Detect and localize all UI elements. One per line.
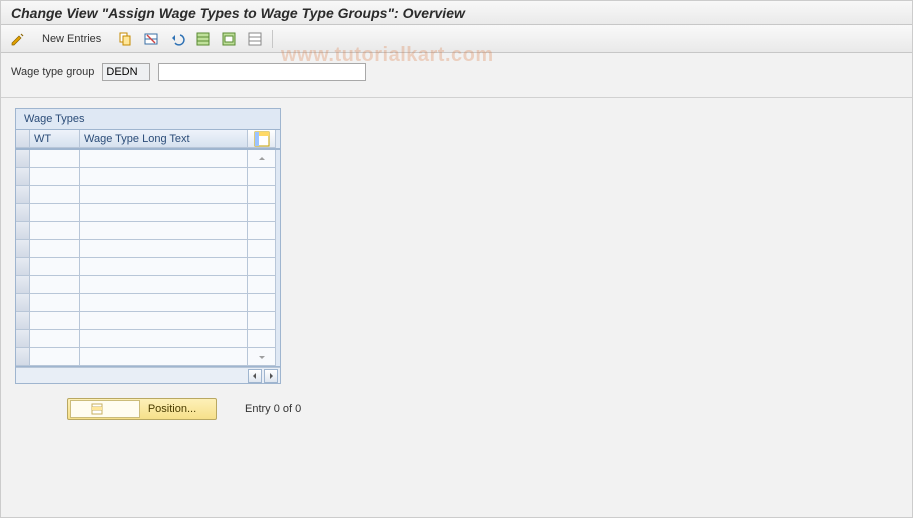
page-title: Change View "Assign Wage Types to Wage T… (1, 1, 912, 25)
vscroll-track[interactable] (248, 330, 276, 348)
vscroll-track[interactable] (248, 222, 276, 240)
row-selector[interactable] (16, 312, 30, 330)
footer-row: Position... Entry 0 of 0 (15, 384, 912, 420)
row-selector[interactable] (16, 150, 30, 168)
cell-long-text[interactable] (80, 240, 248, 258)
cell-wt[interactable] (30, 348, 80, 366)
position-button-label: Position... (146, 403, 214, 415)
row-selector[interactable] (16, 240, 30, 258)
row-selector[interactable] (16, 330, 30, 348)
row-selector[interactable] (16, 204, 30, 222)
vscroll-track[interactable] (248, 294, 276, 312)
cell-long-text[interactable] (80, 150, 248, 168)
wage-types-table: Wage Types WT Wage Type Long Text (15, 108, 281, 384)
delete-row-icon (143, 31, 159, 47)
content-area: Wage Types WT Wage Type Long Text (1, 98, 912, 420)
position-icon (70, 400, 140, 418)
vscroll-track[interactable] (248, 168, 276, 186)
row-selector[interactable] (16, 186, 30, 204)
deselect-all-button[interactable] (244, 29, 266, 49)
pencil-glasses-icon (10, 31, 26, 47)
undo-icon (169, 31, 185, 47)
cell-long-text[interactable] (80, 204, 248, 222)
cell-wt[interactable] (30, 204, 80, 222)
cell-long-text[interactable] (80, 186, 248, 204)
hscroll-left-button[interactable] (248, 369, 262, 383)
row-selector[interactable] (16, 348, 30, 366)
row-selector[interactable] (16, 276, 30, 294)
entry-count-label: Entry 0 of 0 (245, 403, 301, 415)
new-entries-label: New Entries (42, 33, 101, 45)
table-caption: Wage Types (16, 109, 280, 129)
copy-icon (117, 31, 133, 47)
cell-wt[interactable] (30, 150, 80, 168)
toolbar-separator (272, 30, 273, 48)
vscroll-track[interactable] (248, 312, 276, 330)
cell-long-text[interactable] (80, 276, 248, 294)
cell-long-text[interactable] (80, 222, 248, 240)
wage-type-group-code-input[interactable] (102, 63, 150, 81)
vscroll-up-button[interactable] (248, 150, 276, 168)
cell-wt[interactable] (30, 168, 80, 186)
col-header-long-text[interactable]: Wage Type Long Text (80, 130, 248, 148)
cell-wt[interactable] (30, 330, 80, 348)
toolbar: New Entries (1, 25, 912, 53)
cell-wt[interactable] (30, 276, 80, 294)
filter-bar: Wage type group (1, 53, 912, 98)
select-block-icon (221, 31, 237, 47)
undo-change-button[interactable] (166, 29, 188, 49)
hscroll-bar (16, 367, 280, 383)
row-selector[interactable] (16, 168, 30, 186)
wage-type-group-desc-input[interactable] (158, 63, 366, 81)
vscroll-down-button[interactable] (248, 348, 276, 366)
vscroll-track[interactable] (248, 186, 276, 204)
vscroll-track[interactable] (248, 204, 276, 222)
cell-wt[interactable] (30, 222, 80, 240)
vscroll-track[interactable] (248, 258, 276, 276)
col-header-wt[interactable]: WT (30, 130, 80, 148)
deselect-all-icon (247, 31, 263, 47)
cell-wt[interactable] (30, 240, 80, 258)
hscroll-right-button[interactable] (264, 369, 278, 383)
row-selector-header[interactable] (16, 130, 30, 148)
cell-long-text[interactable] (80, 312, 248, 330)
select-block-button[interactable] (218, 29, 240, 49)
row-selector[interactable] (16, 294, 30, 312)
cell-long-text[interactable] (80, 258, 248, 276)
cell-long-text[interactable] (80, 348, 248, 366)
cell-wt[interactable] (30, 312, 80, 330)
table-settings-button[interactable] (248, 130, 276, 148)
copy-as-button[interactable] (114, 29, 136, 49)
vscroll-track[interactable] (248, 276, 276, 294)
change-display-toggle-button[interactable] (7, 29, 29, 49)
table-settings-icon (254, 131, 270, 147)
cell-long-text[interactable] (80, 330, 248, 348)
cell-wt[interactable] (30, 258, 80, 276)
select-all-icon (195, 31, 211, 47)
delete-button[interactable] (140, 29, 162, 49)
new-entries-button[interactable]: New Entries (33, 29, 110, 49)
vscroll-track[interactable] (248, 240, 276, 258)
wage-type-group-label: Wage type group (11, 66, 94, 78)
cell-long-text[interactable] (80, 168, 248, 186)
row-selector[interactable] (16, 258, 30, 276)
cell-wt[interactable] (30, 186, 80, 204)
cell-long-text[interactable] (80, 294, 248, 312)
select-all-button[interactable] (192, 29, 214, 49)
cell-wt[interactable] (30, 294, 80, 312)
row-selector[interactable] (16, 222, 30, 240)
position-button[interactable]: Position... (67, 398, 217, 420)
